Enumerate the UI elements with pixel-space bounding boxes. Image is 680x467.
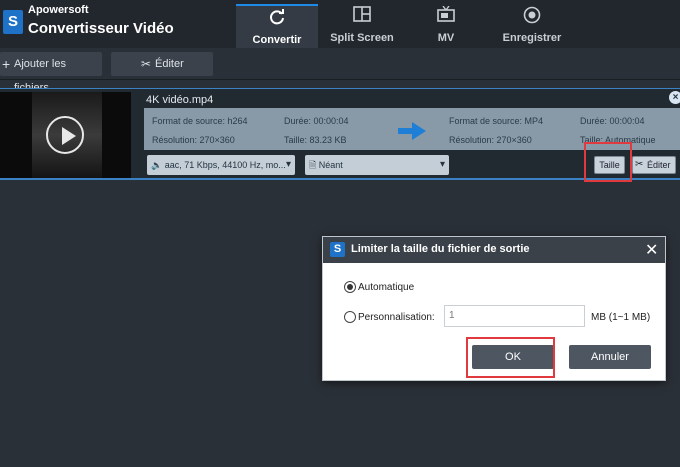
plus-icon: +	[2, 56, 11, 72]
option-automatique-label: Automatique	[358, 282, 415, 293]
chevron-down-icon: ▾	[439, 159, 445, 170]
tab-split-screen[interactable]: Split Screen	[321, 4, 403, 48]
chevron-down-icon: ▾	[285, 159, 291, 170]
tab-label: MV	[437, 32, 455, 44]
source-format: Format de source: h264	[152, 116, 248, 126]
cancel-button[interactable]: Annuler	[569, 345, 651, 369]
audio-track-value: aac, 71 Kbps, 44100 Hz, mo...	[164, 160, 286, 170]
speaker-icon: 🔈	[151, 160, 163, 170]
app-header: S Apowersoft Convertisseur Vidéo Convert…	[0, 0, 680, 48]
app-logo-icon: S	[3, 10, 23, 34]
file-name: 4K vidéo.mp4	[146, 94, 214, 106]
tab-label: Split Screen	[330, 32, 394, 44]
tab-mv[interactable]: MV	[405, 4, 487, 48]
output-duration: Durée: 00:00:04	[580, 116, 645, 126]
add-files-button[interactable]: + Ajouter les fichiers	[0, 52, 102, 94]
option-personnalisation-label: Personnalisation:	[358, 312, 435, 323]
edit-button[interactable]: ✂ Éditer	[111, 52, 213, 76]
app-logo-icon: S	[330, 242, 345, 257]
tv-icon	[405, 5, 487, 28]
tab-enregistrer[interactable]: Enregistrer	[488, 4, 576, 48]
close-icon[interactable]: ✕	[645, 240, 658, 260]
scissors-icon: ✂	[635, 159, 644, 170]
toolbar: + Ajouter les fichiers ✂ Éditer	[0, 48, 680, 94]
radio-personnalisation[interactable]	[344, 311, 356, 323]
radio-automatique[interactable]	[344, 281, 356, 293]
dialog-title: Limiter la taille du fichier de sortie	[351, 243, 530, 255]
edit-label: Éditer	[155, 58, 184, 70]
record-icon	[488, 6, 576, 28]
scissors-icon: ✂	[141, 57, 152, 71]
refresh-icon	[236, 8, 318, 30]
play-icon[interactable]	[46, 116, 84, 154]
subtitle-value: Néant	[318, 160, 343, 170]
subtitle-select[interactable]: 🗎 Néant ▾	[305, 155, 449, 175]
tab-convertir[interactable]: Convertir	[236, 4, 318, 48]
custom-size-input[interactable]: 1	[444, 305, 585, 327]
arrow-right-icon	[398, 122, 426, 145]
output-format: Format de source: MP4	[449, 116, 544, 126]
tab-label: Enregistrer	[502, 32, 562, 44]
size-unit-label: MB (1~1 MB)	[591, 312, 651, 323]
split-screen-icon	[321, 6, 403, 28]
dialog-header: S Limiter la taille du fichier de sortie…	[323, 237, 665, 263]
brand-name: Apowersoft	[28, 4, 89, 16]
video-thumbnail[interactable]	[0, 92, 131, 178]
audio-track-select[interactable]: 🔈 aac, 71 Kbps, 44100 Hz, mo... ▾	[147, 155, 295, 175]
close-icon[interactable]: ×	[669, 91, 680, 104]
app-title: Convertisseur Vidéo	[28, 20, 174, 37]
source-duration: Durée: 00:00:04	[284, 116, 349, 126]
size-button-highlight	[584, 142, 632, 182]
subtitle-file-icon: 🗎	[309, 160, 317, 170]
edit-file-label: Éditer	[647, 160, 671, 170]
tab-label: Convertir	[252, 34, 302, 46]
output-resolution: Résolution: 270×360	[449, 135, 532, 145]
ok-button-highlight	[466, 337, 555, 378]
source-size: Taille: 83.23 KB	[284, 135, 347, 145]
source-resolution: Résolution: 270×360	[152, 135, 235, 145]
edit-file-button[interactable]: ✂ Éditer	[632, 156, 676, 174]
file-row[interactable]: 4K vidéo.mp4 × Format de source: h264 Du…	[0, 88, 680, 180]
